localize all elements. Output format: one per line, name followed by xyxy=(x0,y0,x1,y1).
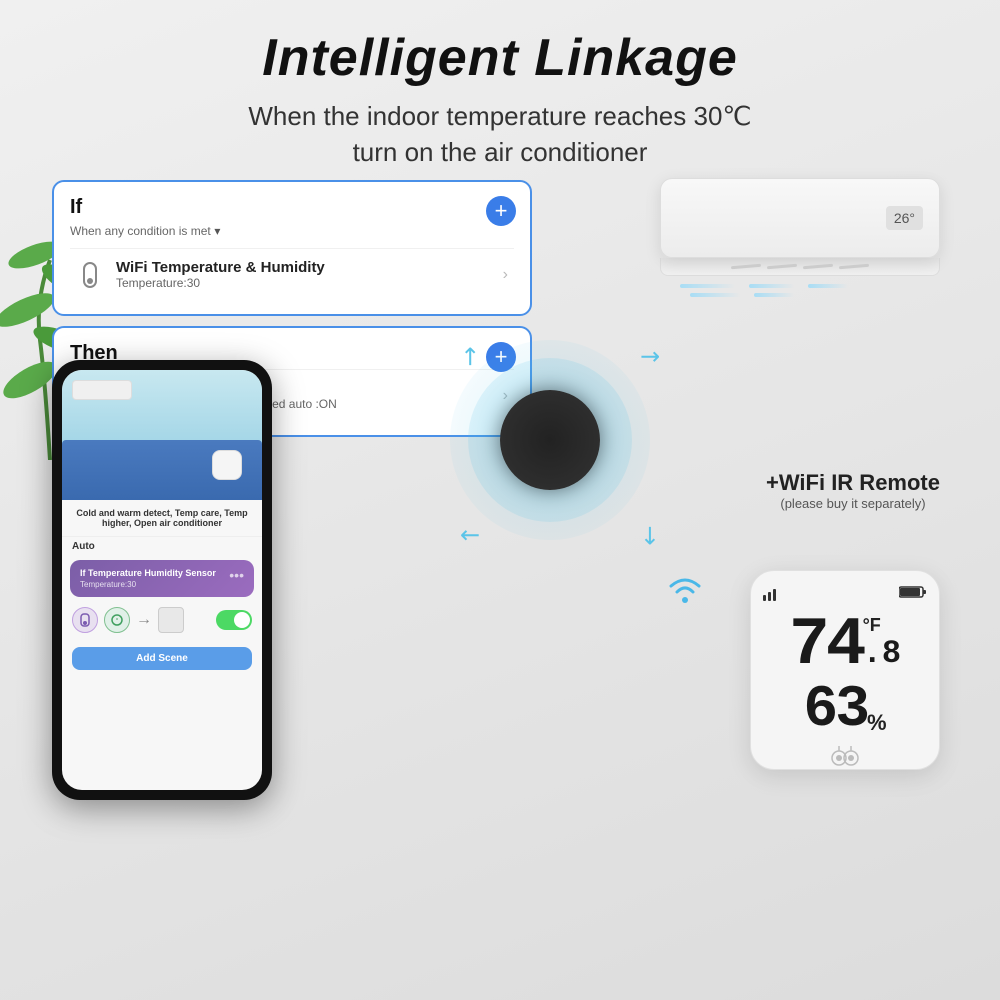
sensor-bottom-icon xyxy=(829,744,861,771)
phone-description: Cold and warm detect, Temp care, Temp hi… xyxy=(62,500,262,537)
vent-line-1 xyxy=(731,264,761,270)
subtitle-line1: When the indoor temperature reaches 30℃ xyxy=(248,101,751,131)
main-title: Intelligent Linkage xyxy=(0,28,1000,88)
wifi-signal-icon xyxy=(665,570,705,609)
ir-remote-body xyxy=(500,390,600,490)
svg-text:°: ° xyxy=(116,617,119,625)
phone-screen: Cold and warm detect, Temp care, Temp hi… xyxy=(62,370,262,790)
condition-chevron[interactable]: ▾ xyxy=(214,224,220,238)
if-row-text: WiFi Temperature & Humidity Temperature:… xyxy=(116,259,503,290)
subtitle-line2: turn on the air conditioner xyxy=(353,137,648,167)
ir-remote-label-sub: (please buy it separately) xyxy=(766,496,940,511)
arrow-bl: ↗ xyxy=(453,518,488,553)
phone-mockup: Cold and warm detect, Temp care, Temp hi… xyxy=(52,360,282,810)
page-background: Intelligent Linkage When the indoor temp… xyxy=(0,0,1000,1000)
sensor-temperature-value: 74 xyxy=(789,612,863,680)
phone-auto-label: Auto xyxy=(62,537,262,556)
wind-effect-2 xyxy=(690,293,950,297)
phone-sensor-icon xyxy=(72,607,98,633)
phone-sensor-image xyxy=(212,450,242,480)
wind-effect xyxy=(680,284,950,288)
thermometer-icon xyxy=(83,262,97,288)
subtitle: When the indoor temperature reaches 30℃ … xyxy=(0,98,1000,171)
if-condition-label: When any condition is met ▾ xyxy=(70,223,514,238)
if-card: If When any condition is met ▾ + WiFi Te… xyxy=(52,180,532,316)
phone-purple-sub: Temperature:30 xyxy=(80,580,244,589)
sensor-device: 74 °F .8 63 % xyxy=(750,570,940,770)
sensor-temperature-display: 74 °F .8 xyxy=(789,612,901,680)
if-condition-row[interactable]: WiFi Temperature & Humidity Temperature:… xyxy=(70,248,514,300)
arrow-br: ↗ xyxy=(633,518,668,553)
phone-toggle-switch[interactable] xyxy=(216,610,252,630)
phone-flow-arrow: → xyxy=(136,611,152,629)
sensor-signal-icon xyxy=(763,585,783,606)
ir-remote-label-main: +WiFi IR Remote xyxy=(766,470,940,496)
phone-temp-icon: ° xyxy=(104,607,130,633)
ir-remote-area: ↗ ↗ ↗ ↗ xyxy=(420,330,700,580)
wind-line-2 xyxy=(749,284,794,288)
wind-line-1 xyxy=(680,284,735,288)
wind-line-4 xyxy=(690,293,740,297)
if-card-label: If xyxy=(70,196,514,219)
vent-line-3 xyxy=(803,264,833,270)
phone-add-scene-button[interactable]: Add Scene xyxy=(72,647,252,670)
vent-line-4 xyxy=(839,264,869,270)
sensor-temp-decimal: .8 xyxy=(863,638,901,670)
phone-purple-card: ••• If Temperature Humidity Sensor Tempe… xyxy=(70,560,254,597)
sensor-battery-icon xyxy=(899,585,927,606)
if-add-button[interactable]: + xyxy=(486,196,516,226)
phone-icon-row: ° → xyxy=(62,601,262,639)
sensor-body: 74 °F .8 63 % xyxy=(750,570,940,770)
phone-dots-menu[interactable]: ••• xyxy=(229,568,244,582)
sensor-humidity-display: 63 % xyxy=(803,682,886,740)
ac-vent-lines xyxy=(731,265,869,268)
if-row-title: WiFi Temperature & Humidity xyxy=(116,259,503,276)
sensor-temp-unit: °F xyxy=(863,616,901,634)
header: Intelligent Linkage When the indoor temp… xyxy=(0,0,1000,171)
phone-purple-title: If Temperature Humidity Sensor xyxy=(80,568,244,578)
ac-unit-body: 26° xyxy=(660,178,940,258)
phone-ac-image xyxy=(72,380,132,400)
ac-unit-container: 26° xyxy=(660,178,950,297)
arrow-tr: ↗ xyxy=(633,339,668,374)
phone-body: Cold and warm detect, Temp care, Temp hi… xyxy=(52,360,272,800)
wind-line-5 xyxy=(754,293,794,297)
thermometer-icon-container xyxy=(76,261,104,289)
sensor-top-bar xyxy=(763,585,927,606)
sensor-humidity-unit: % xyxy=(867,712,887,734)
if-row-chevron: › xyxy=(503,266,508,284)
ir-remote-label: +WiFi IR Remote (please buy it separatel… xyxy=(766,470,940,511)
phone-image-area xyxy=(62,370,262,500)
ac-display: 26° xyxy=(886,206,923,230)
ac-vent xyxy=(660,258,940,276)
sensor-temp-right: °F .8 xyxy=(863,616,901,670)
wind-line-3 xyxy=(808,284,848,288)
sensor-humidity-value: 63 xyxy=(803,682,867,740)
vent-line-2 xyxy=(767,264,797,270)
if-row-detail: Temperature:30 xyxy=(116,276,503,290)
phone-ac-icon xyxy=(158,607,184,633)
